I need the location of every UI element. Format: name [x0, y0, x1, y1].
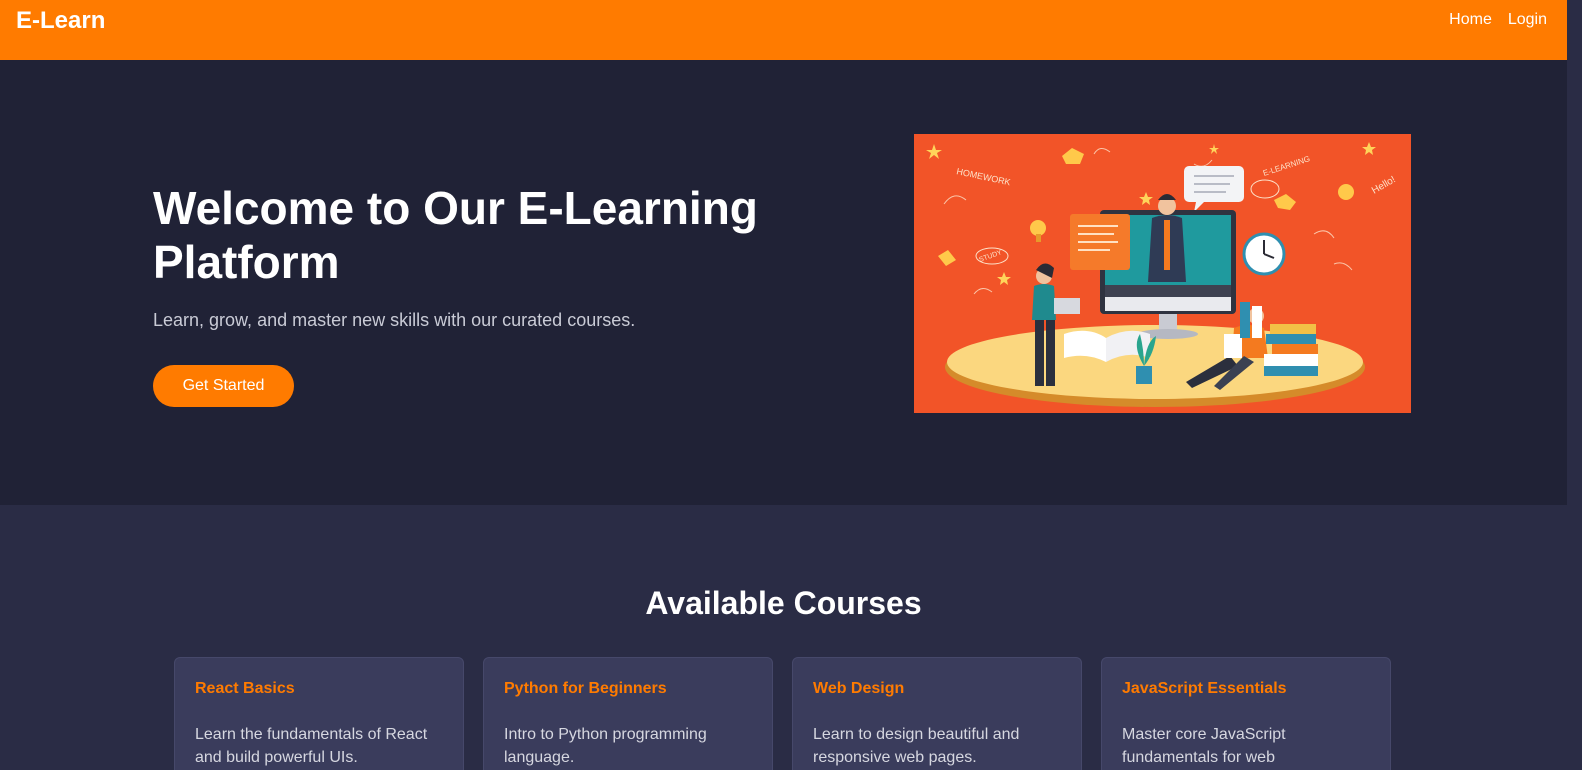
brand-logo[interactable]: E-Learn — [16, 7, 105, 35]
e-learning-illustration: HOMEWORK E-LEARNING Hello! STUDY — [914, 134, 1411, 413]
course-title[interactable]: JavaScript Essentials — [1122, 680, 1370, 698]
course-description: Intro to Python programming language. — [504, 726, 707, 766]
courses-section-title: Available Courses — [645, 585, 922, 621]
top-navbar: E-Learn Home Login — [0, 0, 1567, 60]
course-card-javascript[interactable]: JavaScript Essentials Master core JavaSc… — [1101, 657, 1391, 770]
course-description: Learn the fundamentals of React and buil… — [195, 726, 428, 766]
page-scrollbar[interactable] — [1567, 0, 1582, 770]
nav-links: Home Login — [1449, 11, 1547, 29]
courses-section: Available Courses React Basics Learn the… — [0, 505, 1567, 770]
course-card-python[interactable]: Python for Beginners Intro to Python pro… — [483, 657, 773, 770]
hero-title: Welcome to Our E-Learning Platform — [153, 182, 758, 288]
nav-link-home[interactable]: Home — [1449, 11, 1492, 29]
get-started-button[interactable]: Get Started — [153, 365, 294, 407]
course-description: Master core JavaScript fundamentals for … — [1122, 726, 1286, 766]
course-card-react-basics[interactable]: React Basics Learn the fundamentals of R… — [174, 657, 464, 770]
course-description: Learn to design beautiful and responsive… — [813, 726, 1020, 766]
nav-link-login[interactable]: Login — [1508, 11, 1547, 29]
course-title[interactable]: React Basics — [195, 680, 443, 698]
hero-subtitle: Learn, grow, and master new skills with … — [153, 310, 636, 330]
hero-illustration: HOMEWORK E-LEARNING Hello! STUDY — [914, 134, 1411, 413]
course-card-web-design[interactable]: Web Design Learn to design beautiful and… — [792, 657, 1082, 770]
course-title[interactable]: Web Design — [813, 680, 1061, 698]
hero-section: Welcome to Our E-Learning Platform Learn… — [0, 60, 1567, 505]
course-title[interactable]: Python for Beginners — [504, 680, 752, 698]
